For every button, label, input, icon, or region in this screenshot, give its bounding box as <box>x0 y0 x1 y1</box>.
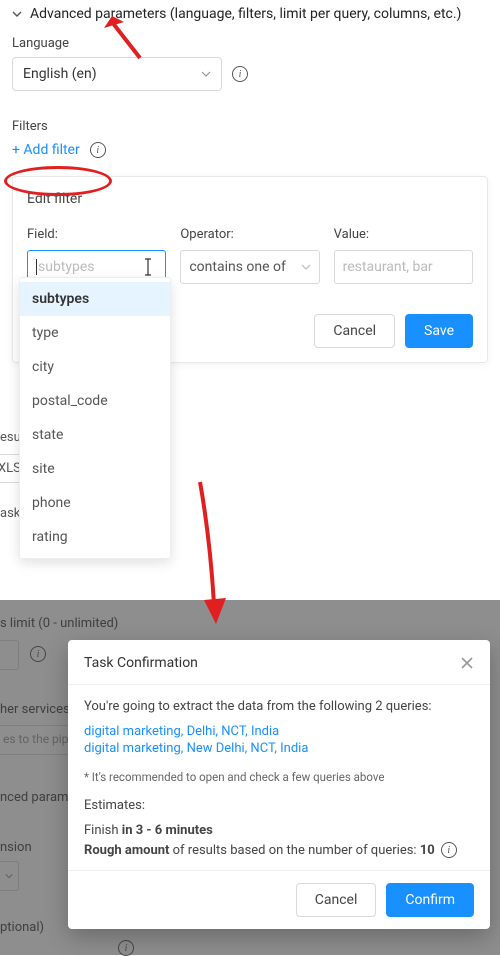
modal-intro: You're going to extract the data from th… <box>84 699 474 714</box>
estimates-label: Estimates: <box>84 798 474 813</box>
close-icon[interactable] <box>460 656 474 670</box>
finish-estimate: Finish in 3 - 6 minutes <box>84 823 474 838</box>
advanced-parameters-header[interactable]: Advanced parameters (language, filters, … <box>12 6 488 22</box>
advanced-parameters-title: Advanced parameters (language, filters, … <box>30 6 461 22</box>
value-placeholder: restaurant, bar <box>343 259 433 275</box>
value-label: Value: <box>334 227 473 242</box>
value-input[interactable]: restaurant, bar <box>334 250 473 284</box>
info-icon[interactable]: i <box>232 66 248 82</box>
language-label: Language <box>12 36 488 51</box>
confirm-button[interactable]: Confirm <box>386 883 474 917</box>
language-value: English (en) <box>23 66 97 82</box>
edit-filter-title: Edit filter <box>27 191 473 207</box>
suggestion-item[interactable]: site <box>20 452 170 486</box>
filters-label: Filters <box>12 119 488 134</box>
info-icon[interactable]: i <box>441 842 457 858</box>
task-confirmation-modal: Task Confirmation You're going to extrac… <box>68 640 490 929</box>
cancel-button[interactable]: Cancel <box>314 314 395 348</box>
suggestion-item[interactable]: subtypes <box>20 282 170 316</box>
suggestion-item[interactable]: type <box>20 316 170 350</box>
chevron-down-icon <box>301 262 311 272</box>
add-filter-button[interactable]: + Add filter <box>12 142 80 158</box>
operator-value: contains one of <box>189 259 286 275</box>
suggestion-item[interactable]: postal_code <box>20 384 170 418</box>
query-link[interactable]: digital marketing, New Delhi, NCT, India <box>84 741 474 756</box>
suggestion-item[interactable]: rating <box>20 520 170 554</box>
operator-label: Operator: <box>180 227 319 242</box>
suggestion-item[interactable]: state <box>20 418 170 452</box>
text-cursor-icon <box>141 257 155 277</box>
field-label: Field: <box>27 227 166 242</box>
language-select[interactable]: English (en) <box>12 57 222 91</box>
field-suggestions-dropdown: subtypes type city postal_code state sit… <box>19 277 171 559</box>
rough-amount-estimate: Rough amount of results based on the num… <box>84 842 474 858</box>
modal-note: * It's recommended to open and check a f… <box>84 770 474 784</box>
chevron-down-icon <box>201 69 211 79</box>
info-icon[interactable]: i <box>90 142 106 158</box>
operator-select[interactable]: contains one of <box>180 250 319 284</box>
modal-title: Task Confirmation <box>84 655 198 671</box>
suggestion-item[interactable]: city <box>20 350 170 384</box>
field-placeholder: subtypes <box>38 259 95 275</box>
caret-down-icon <box>12 9 22 19</box>
bg-fragment: ask <box>0 506 20 521</box>
cancel-button[interactable]: Cancel <box>296 883 377 917</box>
query-link[interactable]: digital marketing, Delhi, NCT, India <box>84 724 474 739</box>
save-button[interactable]: Save <box>405 314 473 348</box>
suggestion-item[interactable]: phone <box>20 486 170 520</box>
edit-filter-panel: Edit filter Field: subtypes Operator: co… <box>12 176 488 363</box>
